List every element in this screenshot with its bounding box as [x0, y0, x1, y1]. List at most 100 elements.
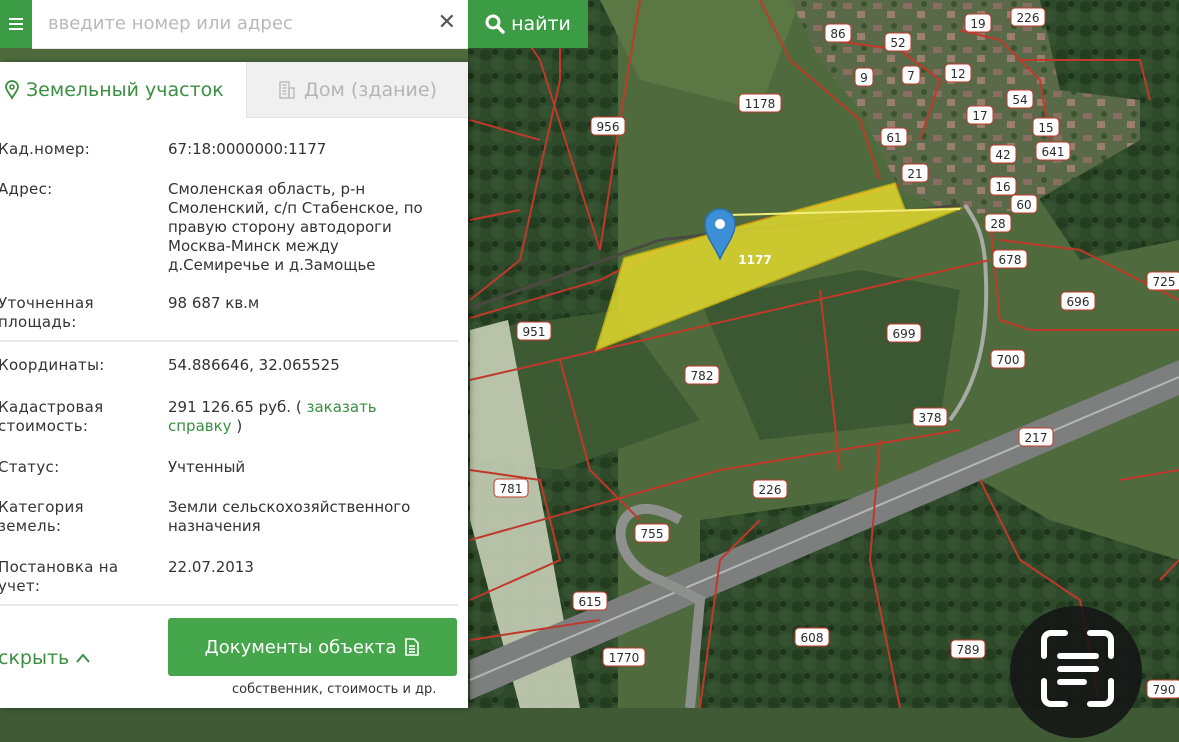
svg-text:7: 7	[907, 69, 915, 83]
text-scan-button[interactable]	[1010, 606, 1142, 738]
tab-bar: Земельный участок Дом (здание)	[0, 62, 468, 118]
parcel-number-label: 678	[992, 249, 1028, 269]
tab-land-plot-label: Земельный участок	[26, 79, 224, 101]
object-documents-button[interactable]: Документы объекта	[168, 618, 457, 676]
parcel-number-label: 19	[964, 13, 992, 33]
find-button-label: найти	[511, 13, 571, 35]
svg-text:956: 956	[597, 120, 620, 134]
parcel-number-label: 790	[1146, 679, 1179, 699]
parcel-number-label: 956	[590, 116, 626, 136]
divider	[0, 604, 458, 606]
detail-label: Координаты:	[0, 356, 105, 374]
parcel-number-label: 1770	[602, 647, 646, 667]
svg-text:54: 54	[1012, 93, 1027, 107]
svg-text:217: 217	[1025, 431, 1048, 445]
parcel-number-label: 86	[824, 23, 852, 43]
search-box: ✕	[32, 0, 468, 49]
status-value: Учтенный	[168, 458, 246, 476]
parcel-number-label: 608	[794, 627, 830, 647]
svg-text:60: 60	[1016, 198, 1031, 212]
svg-text:790: 790	[1153, 683, 1176, 697]
parcel-number-label: 781	[493, 478, 529, 498]
building-icon	[279, 80, 295, 99]
parcel-number-label: 9	[854, 67, 874, 87]
parcel-number-label: 54	[1006, 89, 1034, 109]
hamburger-icon	[9, 23, 23, 25]
svg-text:608: 608	[801, 631, 824, 645]
svg-text:789: 789	[957, 643, 980, 657]
cadastral-value-suffix: )	[236, 417, 243, 435]
parcel-number-label: 789	[950, 639, 986, 659]
parcel-number-label: 28	[984, 213, 1012, 233]
parcel-number-label: 21	[901, 163, 929, 183]
search-icon	[485, 14, 505, 34]
svg-text:755: 755	[641, 527, 664, 541]
detail-label: Уточненная площадь:	[0, 294, 94, 331]
svg-text:378: 378	[919, 411, 942, 425]
search-bar: ✕ найти	[0, 0, 588, 49]
tab-building-label: Дом (здание)	[303, 78, 437, 101]
parcel-info-panel: Земельный участок Дом (здание) Кад.номер…	[0, 62, 468, 708]
detail-label: Адрес:	[0, 180, 53, 198]
svg-text:28: 28	[990, 217, 1005, 231]
svg-text:782: 782	[691, 369, 714, 383]
parcel-number-label: 16	[989, 176, 1017, 196]
svg-text:226: 226	[1017, 11, 1040, 25]
detail-label: Кадастровая стоимость:	[0, 398, 104, 435]
svg-text:12: 12	[950, 67, 965, 81]
area-value: 98 687 кв.м	[168, 294, 260, 312]
svg-text:16: 16	[995, 180, 1010, 194]
parcel-number-label: 641	[1035, 141, 1071, 161]
parcel-number-label: 755	[634, 523, 670, 543]
svg-text:700: 700	[997, 353, 1020, 367]
selected-parcel-label: 1177	[738, 253, 771, 267]
find-button[interactable]: найти	[468, 0, 588, 48]
cadastral-number-value: 67:18:0000000:1177	[168, 140, 327, 158]
tab-land-plot[interactable]: Земельный участок	[0, 62, 246, 118]
parcel-number-label: 951	[516, 321, 552, 341]
search-input[interactable]	[46, 0, 420, 46]
detail-label: Кад.номер:	[0, 140, 91, 158]
divider	[0, 340, 458, 342]
tab-building[interactable]: Дом (здание)	[246, 62, 468, 118]
svg-text:86: 86	[830, 27, 845, 41]
parcel-number-label: 15	[1032, 117, 1060, 137]
svg-text:1770: 1770	[609, 651, 640, 665]
location-pin-icon	[5, 80, 19, 100]
parcel-number-label: 12	[944, 63, 972, 83]
parcel-number-label: 52	[884, 32, 912, 52]
close-icon[interactable]: ✕	[438, 9, 456, 37]
parcel-number-label: 699	[886, 323, 922, 343]
parcel-number-label: 17	[966, 105, 994, 125]
registration-date-value: 22.07.2013	[168, 558, 254, 576]
parcel-number-label: 42	[989, 144, 1017, 164]
detail-label: Категория земель:	[0, 498, 84, 535]
detail-label: Постановка на учет:	[0, 558, 119, 595]
parcel-number-label: 615	[572, 591, 608, 611]
land-category-value: Земли сельскохозяйственного назначения	[168, 498, 411, 535]
svg-text:699: 699	[893, 327, 916, 341]
svg-text:951: 951	[523, 325, 546, 339]
svg-text:781: 781	[500, 482, 523, 496]
address-value: Смоленская область, р-н Смоленский, с/п …	[168, 180, 423, 274]
document-icon	[405, 638, 420, 656]
hide-panel-link[interactable]: скрыть	[0, 647, 91, 669]
svg-text:42: 42	[995, 148, 1010, 162]
parcel-number-label: 7	[901, 65, 921, 85]
menu-button[interactable]	[0, 0, 32, 48]
parcel-number-label: 226	[752, 479, 788, 499]
docs-button-label: Документы объекта	[204, 636, 397, 658]
svg-text:15: 15	[1038, 121, 1053, 135]
svg-text:19: 19	[970, 17, 985, 31]
parcel-number-label: 60	[1010, 194, 1038, 214]
cadastral-value-amount: 291 126.65 руб. (	[168, 398, 302, 416]
parcel-number-label: 378	[912, 407, 948, 427]
hide-label: скрыть	[0, 647, 70, 669]
detail-label: Статус:	[0, 458, 60, 476]
parcel-number-label: 226	[1010, 7, 1046, 27]
svg-text:725: 725	[1153, 275, 1176, 289]
svg-text:52: 52	[890, 36, 905, 50]
parcel-number-label: 696	[1060, 291, 1096, 311]
svg-text:21: 21	[907, 167, 922, 181]
svg-text:1178: 1178	[745, 97, 776, 111]
